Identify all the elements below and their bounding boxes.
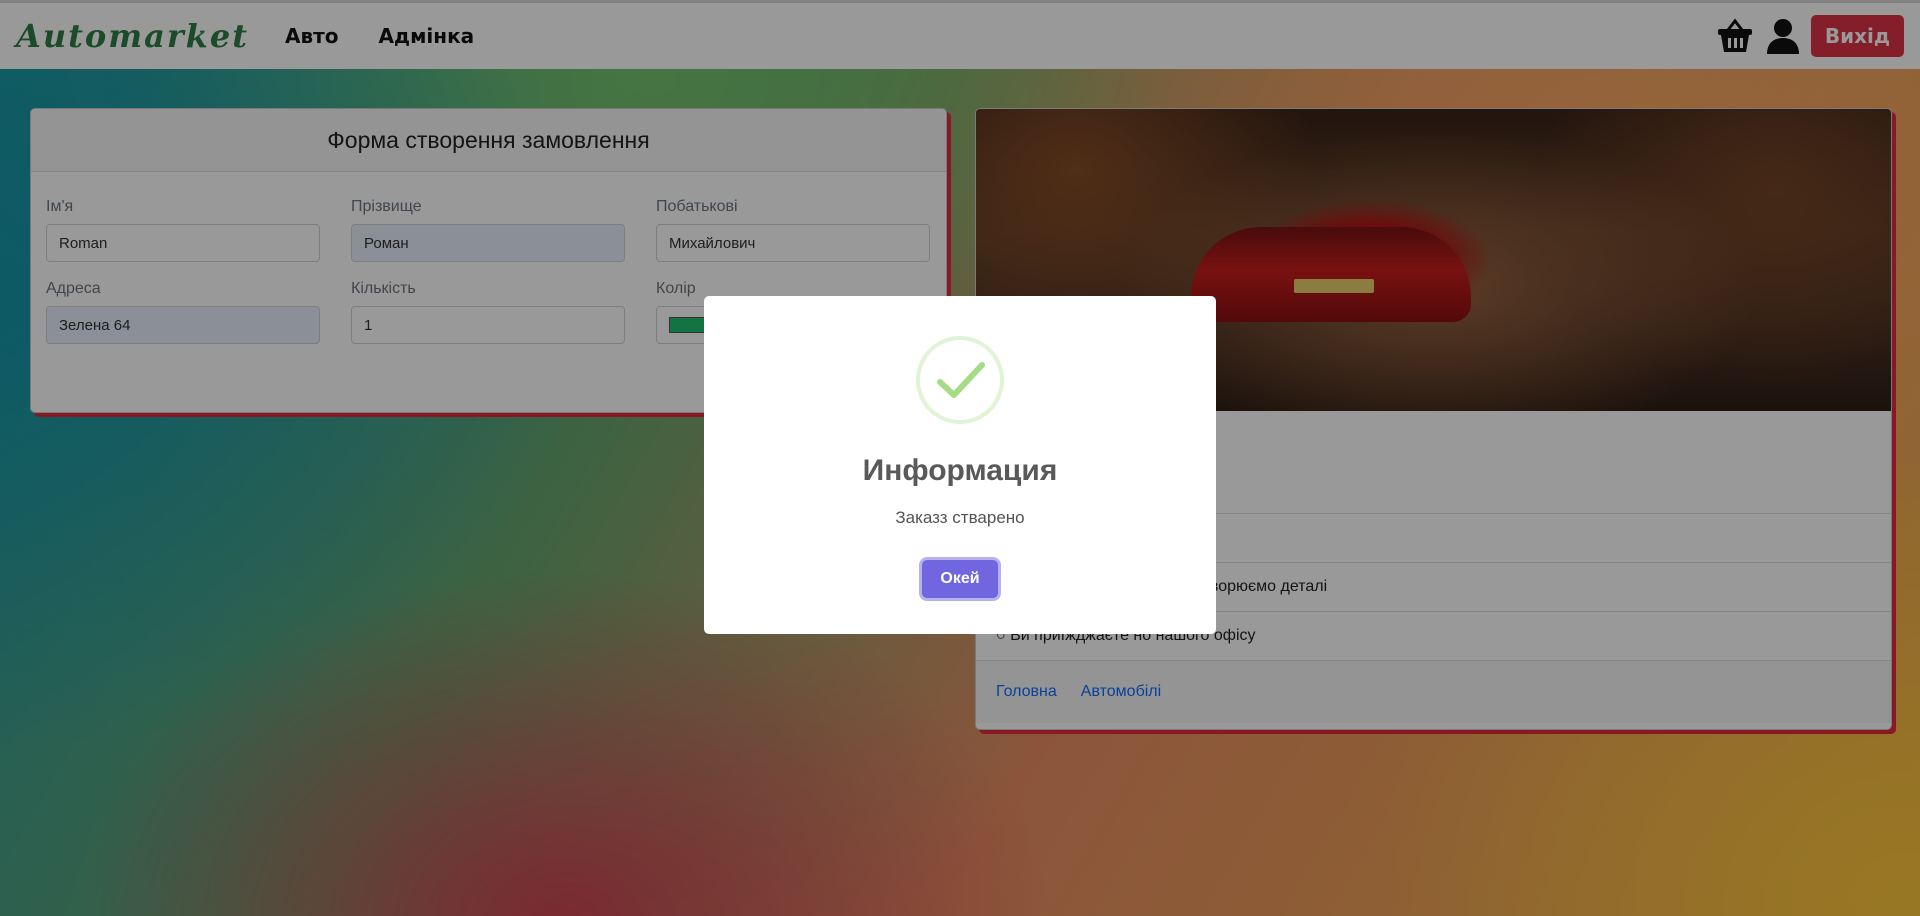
modal-title: Информация xyxy=(862,454,1058,487)
ok-button[interactable]: Окей xyxy=(922,560,998,598)
success-check-icon xyxy=(916,336,1004,424)
info-modal: Информация Заказз стварено Окей xyxy=(704,296,1216,634)
modal-text: Заказз стварено xyxy=(895,508,1025,527)
